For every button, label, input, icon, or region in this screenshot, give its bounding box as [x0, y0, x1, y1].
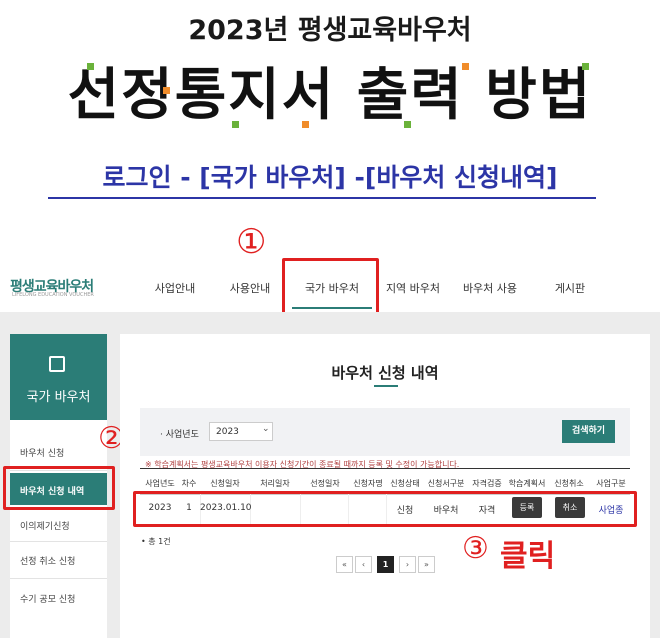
step3-marker: ③ [462, 531, 489, 566]
pagination-prev[interactable]: ‹ [355, 556, 372, 573]
sidebar-item-handwritten-contest[interactable]: 수기 공모 신청 [20, 592, 75, 605]
highlight-box-nav [282, 258, 379, 318]
nav-item-regional-voucher[interactable]: 지역 바우처 [378, 280, 448, 296]
col-header-status: 신청상태 [390, 479, 420, 488]
title-dot-green [87, 63, 94, 70]
col-header-form-type: 신청서구분 [427, 479, 465, 488]
title-dot-green [582, 63, 589, 70]
title-dot-green [404, 121, 411, 128]
supertitle: 2023년 평생교육바우처 [188, 15, 472, 46]
col-header-study-plan: 학습계획서 [508, 479, 546, 488]
page-title-underline [374, 385, 398, 387]
nav-item-voucher-use[interactable]: 바우처 사용 [455, 280, 525, 296]
total-count: • 총 1건 [141, 537, 171, 546]
col-header-verification: 자격검증 [472, 479, 502, 488]
pagination-first[interactable]: « [336, 556, 353, 573]
title-dot-orange [302, 121, 309, 128]
sidebar-divider [10, 541, 107, 542]
sidebar-item-voucher-apply[interactable]: 바우처 신청 [20, 446, 64, 459]
chevron-down-icon: ⌄ [262, 424, 270, 434]
step3-label: 클릭 [500, 539, 556, 574]
step1-marker: ① [236, 222, 267, 262]
pagination-last[interactable]: » [418, 556, 435, 573]
sidebar-item-objection[interactable]: 이의제기신청 [20, 519, 70, 532]
col-header-select-date: 선정일자 [310, 479, 340, 488]
search-button[interactable]: 검색하기 [562, 420, 615, 443]
pagination-page-1[interactable]: 1 [377, 556, 394, 573]
sidebar-header [10, 334, 107, 420]
nav-item-board[interactable]: 게시판 [535, 280, 605, 296]
subtitle-underline [48, 197, 596, 199]
page-title: 바우처 신청 내역 [331, 364, 439, 382]
edit-icon [49, 356, 65, 372]
sidebar-divider [10, 578, 107, 579]
col-header-applicant: 신청자명 [353, 479, 383, 488]
main-title: 선정통지서 출력 방법 [67, 63, 593, 128]
col-header-business-type: 사업구분 [596, 479, 626, 488]
sidebar-item-cancel-selection[interactable]: 선정 취소 신청 [20, 554, 75, 567]
nav-item-usage-info[interactable]: 사용안내 [215, 280, 285, 296]
col-header-apply-date: 신청일자 [210, 479, 240, 488]
year-filter-label: · 사업년도 [160, 430, 199, 440]
highlight-box-row [133, 491, 637, 527]
title-dot-orange [163, 87, 170, 94]
title-dot-orange [462, 63, 469, 70]
site-logo-subtext: LIFELONG EDUCATION VOUCHER [12, 292, 94, 298]
subtitle: 로그인 - [국가 바우처] -[바우처 신청내역] [102, 163, 558, 192]
col-header-round: 차수 [181, 479, 197, 488]
pagination-next[interactable]: › [399, 556, 416, 573]
col-header-process-date: 처리일자 [260, 479, 290, 488]
highlight-box-sidebar [3, 466, 115, 510]
col-header-cancel: 신청취소 [554, 479, 584, 488]
table-top-border [140, 468, 630, 469]
title-dot-green [232, 121, 239, 128]
col-header-year: 사업년도 [145, 479, 175, 488]
nav-item-business-info[interactable]: 사업안내 [140, 280, 210, 296]
sidebar-title: 국가 바우처 [26, 390, 91, 405]
